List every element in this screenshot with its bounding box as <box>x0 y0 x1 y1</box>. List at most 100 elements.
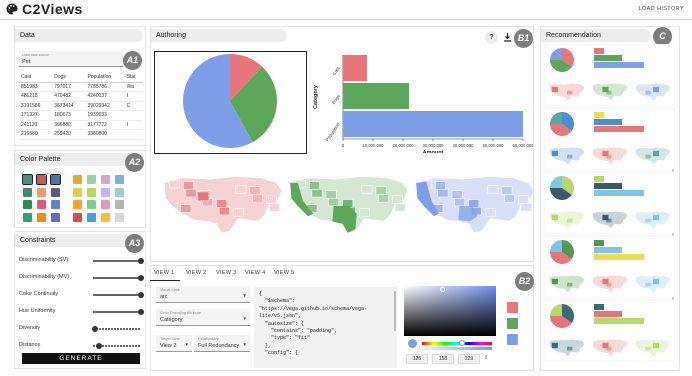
table-row[interactable]: 3191586 3673414 39029342 C <box>19 101 143 111</box>
chevron-down-icon: ▼ <box>184 342 189 347</box>
constraint-slider[interactable]: Discriminability (MV) <box>19 273 144 283</box>
target-view-select[interactable]: Target View View 2 ▼ <box>156 335 192 352</box>
column-header[interactable]: Stat <box>124 73 143 83</box>
color-format-toggle[interactable]: ⇕ <box>484 355 488 361</box>
table-row[interactable]: 486218 470482 4240137 I <box>19 91 143 102</box>
palette-swatch[interactable] <box>101 175 110 184</box>
rec-map-state <box>551 150 558 157</box>
slider-track[interactable] <box>93 328 141 330</box>
palette-swatch[interactable] <box>73 200 82 209</box>
choropleth-maps[interactable] <box>153 157 533 259</box>
table-row[interactable]: 216580 259420 3380800 <box>19 129 143 140</box>
tab-view-5[interactable]: VIEW 5 <box>274 270 294 276</box>
slider-knob[interactable] <box>92 326 99 332</box>
table-row[interactable]: 851983 797017 7785786 Wa <box>19 82 143 92</box>
rgb-b-input[interactable]: 229 <box>458 354 480 364</box>
constraint-slider[interactable]: Diversity <box>19 324 141 334</box>
recommendation-list[interactable] <box>544 44 676 366</box>
spec-code-editor[interactable]: { "$schema": "https://vega.github.io/sch… <box>254 287 397 368</box>
rec-map-state <box>606 154 612 159</box>
constraint-slider[interactable]: Discriminability (SV) <box>19 256 144 266</box>
tab-view-3[interactable]: VIEW 3 <box>216 270 236 276</box>
data-table: Cats Dogs Population Stat 851983 797017 77… <box>19 73 143 140</box>
palette-swatch[interactable] <box>87 175 96 184</box>
table-cell: 797017 <box>52 82 86 92</box>
load-history-button[interactable]: LOAD HISTORY <box>638 6 684 12</box>
palette-swatch[interactable] <box>115 175 124 184</box>
tab-view-2[interactable]: VIEW 2 <box>186 270 206 276</box>
rec-bar <box>594 112 604 118</box>
slider-knob[interactable] <box>138 309 144 315</box>
palette-swatch[interactable] <box>101 212 110 222</box>
constraint-slider[interactable]: Distance <box>19 341 141 351</box>
palette-swatch[interactable] <box>73 175 82 184</box>
palette-swatch[interactable] <box>49 173 62 186</box>
slider-track[interactable] <box>93 311 141 313</box>
bar-chart[interactable]: Cats Dogs Population0 10,000,000 20,000,000 3… <box>309 49 533 153</box>
slider-knob[interactable] <box>138 292 144 298</box>
column-header[interactable]: Cats <box>19 73 53 83</box>
rgb-r-input[interactable]: 126 <box>406 354 428 364</box>
slider-track[interactable] <box>93 277 141 279</box>
palette-swatch[interactable] <box>23 187 32 197</box>
palette-swatch[interactable] <box>73 187 82 197</box>
hue-slider[interactable] <box>422 342 492 345</box>
column-header[interactable]: Dogs <box>52 73 86 83</box>
selected-color-2[interactable] <box>507 318 518 329</box>
palette-swatch[interactable] <box>37 212 46 222</box>
picker-cursor[interactable] <box>440 287 445 292</box>
constraint-label: Discriminability (MV) <box>19 274 70 280</box>
palette-swatch[interactable] <box>87 187 96 197</box>
table-row[interactable]: 241120 306880 3177772 I <box>19 120 143 130</box>
palette-swatch[interactable] <box>23 212 32 222</box>
color-picker[interactable] <box>404 286 496 336</box>
help-button[interactable]: ? <box>485 31 498 44</box>
palette-swatch[interactable] <box>115 212 124 222</box>
palette-swatch[interactable] <box>115 187 124 197</box>
code-scrollbar[interactable] <box>394 291 396 331</box>
palette-swatch[interactable] <box>35 173 48 186</box>
selected-color-3[interactable] <box>507 334 518 345</box>
palette-swatch[interactable] <box>115 200 124 209</box>
rec-map-state <box>567 218 573 223</box>
slider-track[interactable] <box>93 260 141 262</box>
palette-swatch[interactable] <box>87 200 96 209</box>
slider-track[interactable] <box>93 294 141 296</box>
constraint-slider[interactable]: Color Continuity <box>19 290 144 300</box>
palette-swatch[interactable] <box>37 200 46 209</box>
palette-swatch[interactable] <box>51 200 60 209</box>
slider-knob[interactable] <box>95 343 102 349</box>
generate-button[interactable]: GENERATE <box>22 353 140 364</box>
palette-swatch[interactable] <box>101 200 110 209</box>
chevron-down-icon: ▼ <box>242 316 247 321</box>
rec-bar <box>594 176 604 182</box>
palette-swatch[interactable] <box>51 187 60 197</box>
palette-swatch[interactable] <box>51 212 60 222</box>
column-header[interactable]: Population <box>85 73 125 83</box>
tab-view-4[interactable]: VIEW 4 <box>245 270 265 276</box>
pie-chart-view[interactable] <box>154 51 307 154</box>
table-row[interactable]: 171327 180673 1939033 <box>19 110 143 121</box>
constraint-slider[interactable]: Hue Uniformity <box>19 307 144 317</box>
alpha-slider[interactable] <box>422 347 492 350</box>
hue-slider-knob[interactable] <box>459 340 465 346</box>
color-encoding-select[interactable]: Color Encoding Attribute Category ▼ <box>156 309 250 326</box>
data-source-select[interactable]: Load data source Pet <box>19 51 123 67</box>
visual-mark-select[interactable]: Visual mark arc ▼ <box>156 286 250 303</box>
badge-a2: A2 <box>125 153 144 172</box>
palette-swatch[interactable] <box>37 187 46 197</box>
palette-swatch[interactable] <box>23 200 32 209</box>
us-map <box>163 176 283 234</box>
relationship-select[interactable]: Relationship Full Redundancy ▼ <box>194 335 250 352</box>
palette-swatch[interactable] <box>21 173 34 186</box>
download-icon[interactable] <box>503 33 512 42</box>
slider-knob[interactable] <box>138 258 144 264</box>
palette-swatch[interactable] <box>73 212 82 222</box>
rgb-g-input[interactable]: 158 <box>432 354 454 364</box>
selected-color-1[interactable] <box>507 302 518 313</box>
tab-view-1[interactable]: VIEW 1 <box>154 270 174 276</box>
palette-swatch[interactable] <box>87 212 96 222</box>
palette-swatch[interactable] <box>101 187 110 197</box>
slider-knob[interactable] <box>138 275 144 281</box>
table-cell: 171327 <box>19 110 53 121</box>
